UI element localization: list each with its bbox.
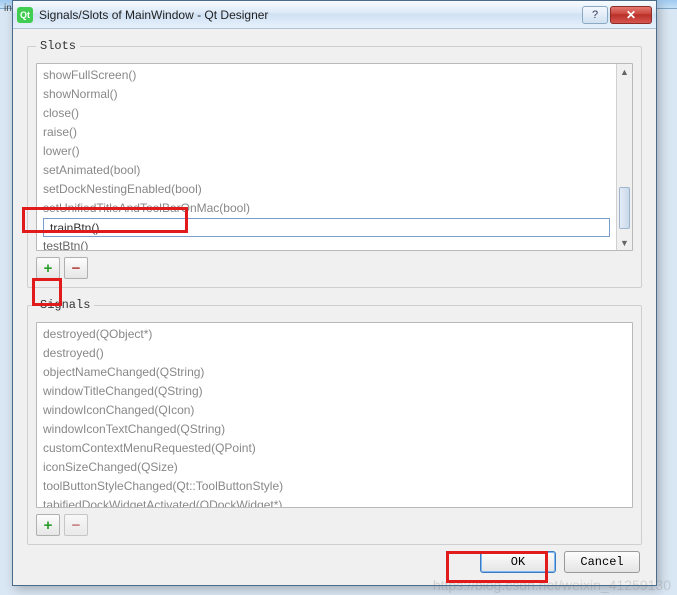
scroll-down-icon[interactable]: ▼ [617,235,632,250]
plus-icon: + [44,518,53,533]
list-item[interactable]: customContextMenuRequested(QPoint) [37,439,616,458]
list-item[interactable]: showFullScreen() [37,66,616,85]
list-item[interactable]: showNormal() [37,85,616,104]
plus-icon: + [44,261,53,276]
remove-slot-button[interactable]: − [64,257,88,279]
slot-name-input[interactable] [48,220,605,236]
list-item[interactable]: lower() [37,142,616,161]
minus-icon: − [72,261,81,276]
ok-button[interactable]: OK [480,551,556,573]
list-item[interactable]: setUnifiedTitleAndToolBarOnMac(bool) [37,199,616,218]
add-slot-button[interactable]: + [36,257,60,279]
list-item[interactable]: windowIconTextChanged(QString) [37,420,616,439]
slot-name-edit-row[interactable] [43,218,610,237]
close-window-button[interactable]: ✕ [610,6,652,24]
titlebar[interactable]: Qt Signals/Slots of MainWindow - Qt Desi… [13,1,656,29]
slots-scrollbar[interactable]: ▲ ▼ [616,64,632,250]
list-item[interactable]: destroyed() [37,344,616,363]
list-item[interactable]: setAnimated(bool) [37,161,616,180]
help-button[interactable]: ? [582,6,608,24]
signals-group: Signals destroyed(QObject*) destroyed() … [27,298,642,545]
list-item[interactable]: objectNameChanged(QString) [37,363,616,382]
list-item[interactable]: tabifiedDockWidgetActivated(QDockWidget*… [37,496,616,507]
signals-slots-dialog: Qt Signals/Slots of MainWindow - Qt Desi… [12,0,657,586]
slots-listbox[interactable]: showFullScreen() showNormal() close() ra… [36,63,633,251]
slots-legend: Slots [36,39,80,53]
list-item[interactable]: testBtn() [37,237,616,250]
scroll-thumb[interactable] [619,187,630,229]
list-item[interactable]: toolButtonStyleChanged(Qt::ToolButtonSty… [37,477,616,496]
watermark-text: https://blog.csdn.net/weixin_41259130 [433,577,671,593]
list-item[interactable]: windowTitleChanged(QString) [37,382,616,401]
list-item[interactable]: raise() [37,123,616,142]
qt-logo-icon: Qt [17,7,33,23]
list-item[interactable]: setDockNestingEnabled(bool) [37,180,616,199]
cancel-button[interactable]: Cancel [564,551,640,573]
list-item[interactable]: iconSizeChanged(QSize) [37,458,616,477]
signals-legend: Signals [36,298,94,312]
list-item[interactable]: windowIconChanged(QIcon) [37,401,616,420]
signals-listbox[interactable]: destroyed(QObject*) destroyed() objectNa… [36,322,633,508]
minus-icon: − [72,518,81,533]
list-item[interactable]: close() [37,104,616,123]
scroll-up-icon[interactable]: ▲ [617,64,632,79]
window-title: Signals/Slots of MainWindow - Qt Designe… [39,8,582,22]
add-signal-button[interactable]: + [36,514,60,536]
list-item[interactable]: destroyed(QObject*) [37,325,616,344]
slots-group: Slots showFullScreen() showNormal() clos… [27,39,642,288]
remove-signal-button[interactable]: − [64,514,88,536]
